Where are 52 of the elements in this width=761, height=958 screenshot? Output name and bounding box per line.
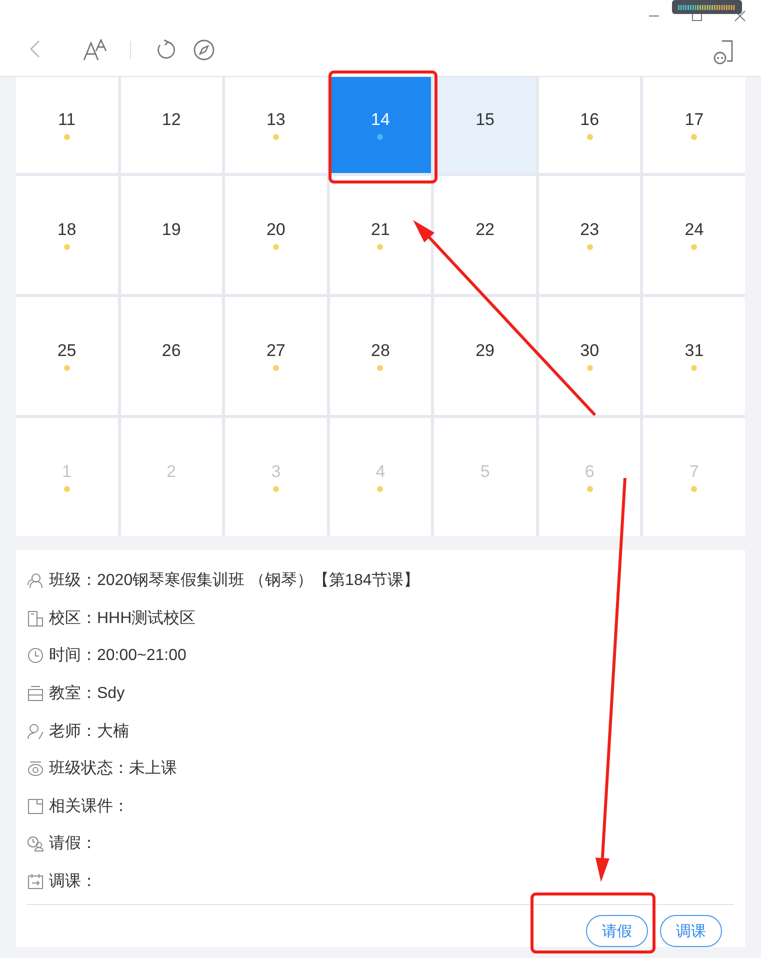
calendar-day[interactable]: 13 bbox=[225, 77, 327, 173]
eye-icon bbox=[27, 760, 44, 778]
font-size-icon[interactable] bbox=[83, 39, 107, 61]
drawer-icon bbox=[27, 685, 44, 702]
detail-value: 2020钢琴寒假集训班 （钢琴）【第184节课】 bbox=[97, 570, 420, 592]
calendar-day[interactable]: 31 bbox=[643, 297, 745, 415]
refresh-icon[interactable] bbox=[155, 39, 177, 61]
building-icon bbox=[27, 610, 44, 627]
clock-icon bbox=[27, 647, 44, 664]
detail-label: 班级状态： bbox=[49, 758, 129, 780]
detail-value: 大楠 bbox=[97, 722, 129, 742]
detail-label: 老师： bbox=[49, 722, 97, 742]
detail-value: Sdy bbox=[97, 684, 125, 703]
action-button[interactable]: 请假 bbox=[586, 915, 648, 948]
calendar-day[interactable]: 22 bbox=[434, 176, 536, 294]
calendar-day[interactable]: 20 bbox=[225, 176, 327, 294]
level-meter-icon bbox=[672, 0, 742, 14]
calendar-day[interactable]: 19 bbox=[120, 176, 222, 294]
group-icon bbox=[27, 572, 44, 590]
calendar-day[interactable]: 12 bbox=[120, 77, 222, 173]
person-clock-icon bbox=[27, 835, 44, 852]
calendar-day[interactable]: 30 bbox=[538, 297, 640, 415]
calendar-day[interactable]: 26 bbox=[120, 297, 222, 415]
calendar-day[interactable]: 16 bbox=[538, 77, 640, 173]
compass-icon[interactable] bbox=[193, 39, 215, 61]
calendar-day[interactable]: 24 bbox=[643, 176, 745, 294]
calendar-day[interactable]: 21 bbox=[330, 176, 432, 294]
person-icon bbox=[27, 722, 44, 740]
detail-value: HHH测试校区 bbox=[97, 608, 196, 629]
action-button[interactable]: 调课 bbox=[660, 915, 722, 948]
detail-value: 未上课 bbox=[129, 758, 177, 780]
detail-label: 相关课件： bbox=[49, 796, 129, 817]
calendar-day[interactable]: 18 bbox=[16, 176, 118, 294]
detail-label: 校区： bbox=[49, 608, 97, 629]
calendar-day[interactable]: 27 bbox=[225, 297, 327, 415]
document-icon bbox=[27, 798, 44, 815]
calendar-day[interactable]: 23 bbox=[538, 176, 640, 294]
detail-value: 20:00~21:00 bbox=[97, 646, 186, 665]
close-icon[interactable] bbox=[734, 10, 746, 22]
detail-label: 请假： bbox=[49, 834, 97, 854]
calendar-day[interactable]: 17 bbox=[643, 77, 745, 173]
detail-label: 时间： bbox=[49, 646, 97, 666]
calendar-icon bbox=[27, 873, 44, 890]
phone-icon[interactable] bbox=[713, 39, 735, 65]
detail-label: 教室： bbox=[49, 684, 97, 704]
detail-label: 班级： bbox=[49, 570, 97, 592]
calendar-day[interactable]: 29 bbox=[434, 297, 536, 415]
calendar-day[interactable]: 28 bbox=[330, 297, 432, 415]
detail-label: 调课： bbox=[49, 872, 97, 892]
calendar-day[interactable]: 25 bbox=[16, 297, 118, 415]
calendar-day[interactable]: 14 bbox=[330, 77, 432, 173]
calendar-day[interactable]: 11 bbox=[16, 77, 118, 173]
